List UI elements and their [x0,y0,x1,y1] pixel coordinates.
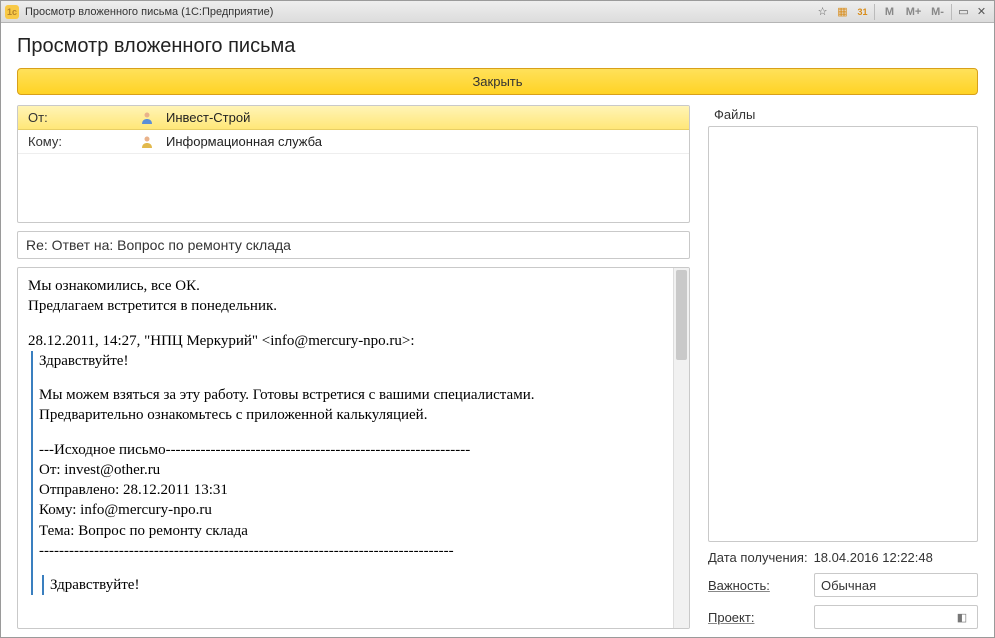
to-value: Информационная служба [166,134,322,149]
files-label: Файлы [708,105,978,126]
body-line: От: invest@other.ru [39,460,663,480]
body-line: 28.12.2011, 14:27, "НПЦ Меркурий" <info@… [28,331,663,351]
scrollbar[interactable] [673,268,689,628]
body-line: Здравствуйте! [50,575,663,595]
from-value: Инвест-Строй [166,110,250,125]
right-column: Файлы Дата получения: 18.04.2016 12:22:4… [708,105,978,629]
body-line: Мы можем взяться за эту работу. Готовы в… [39,385,663,405]
left-column: От: Инвест-Строй Кому: Информационная сл… [17,105,690,629]
project-row: Проект: ◧ [708,605,978,629]
window-title: Просмотр вложенного письма (1С:Предприят… [25,6,273,18]
titlebar: 1c Просмотр вложенного письма (1С:Предпр… [1,1,994,23]
email-body-text[interactable]: Мы ознакомились, все ОК. Предлагаем встр… [18,268,673,628]
body-line: ----------------------------------------… [39,541,663,561]
body-line: ---Исходное письмо----------------------… [39,440,663,460]
m-button[interactable]: M [877,3,901,21]
calculator-icon[interactable]: ▦ [832,3,852,21]
body-line: Отправлено: 28.12.2011 13:31 [39,480,663,500]
body-line: Кому: info@mercury-npo.ru [39,500,663,520]
maximize-icon[interactable]: ▭ [954,3,972,21]
body-line: Предлагаем встретится в понедельник. [28,296,663,316]
importance-value: Обычная [821,578,971,593]
person-icon [138,109,156,127]
nested-quote: Здравствуйте! [42,575,663,595]
content-area: Просмотр вложенного письма Закрыть От: И… [1,23,994,637]
subject-field[interactable]: Re: Ответ на: Вопрос по ремонту склада [17,231,690,259]
body-line: Тема: Вопрос по ремонту склада [39,521,663,541]
mplus-button[interactable]: M+ [901,3,925,21]
app-window: 1c Просмотр вложенного письма (1С:Предпр… [0,0,995,638]
received-row: Дата получения: 18.04.2016 12:22:48 [708,550,978,565]
email-headers: От: Инвест-Строй Кому: Информационная сл… [17,105,690,223]
body-line: Мы ознакомились, все ОК. [28,276,663,296]
close-icon[interactable]: ✕ [972,3,990,21]
quoted-block: Здравствуйте! Мы можем взяться за эту ра… [31,351,663,596]
received-label: Дата получения: [708,550,808,565]
from-row[interactable]: От: Инвест-Строй [18,106,689,130]
project-field[interactable]: ◧ [814,605,978,629]
calendar-icon[interactable]: 31 [852,3,872,21]
page-title: Просмотр вложенного письма [17,35,978,58]
close-button[interactable]: Закрыть [17,68,978,95]
email-body: Мы ознакомились, все ОК. Предлагаем встр… [17,267,690,629]
to-row[interactable]: Кому: Информационная служба [18,130,689,154]
importance-row: Важность: Обычная [708,573,978,597]
favorite-icon[interactable]: ☆ [812,3,832,21]
app-icon: 1c [5,5,19,19]
importance-field[interactable]: Обычная [814,573,978,597]
person-icon [138,133,156,151]
body-line: Здравствуйте! [39,351,663,371]
open-icon[interactable]: ◧ [953,611,971,624]
scrollbar-thumb[interactable] [676,270,687,360]
importance-label: Важность: [708,578,808,593]
body-line: Предварительно ознакомьтесь с приложенно… [39,405,663,425]
from-label: От: [18,110,138,125]
files-list[interactable] [708,126,978,542]
mminus-button[interactable]: M- [925,3,949,21]
project-label: Проект: [708,610,808,625]
to-label: Кому: [18,134,138,149]
received-value: 18.04.2016 12:22:48 [814,550,978,565]
